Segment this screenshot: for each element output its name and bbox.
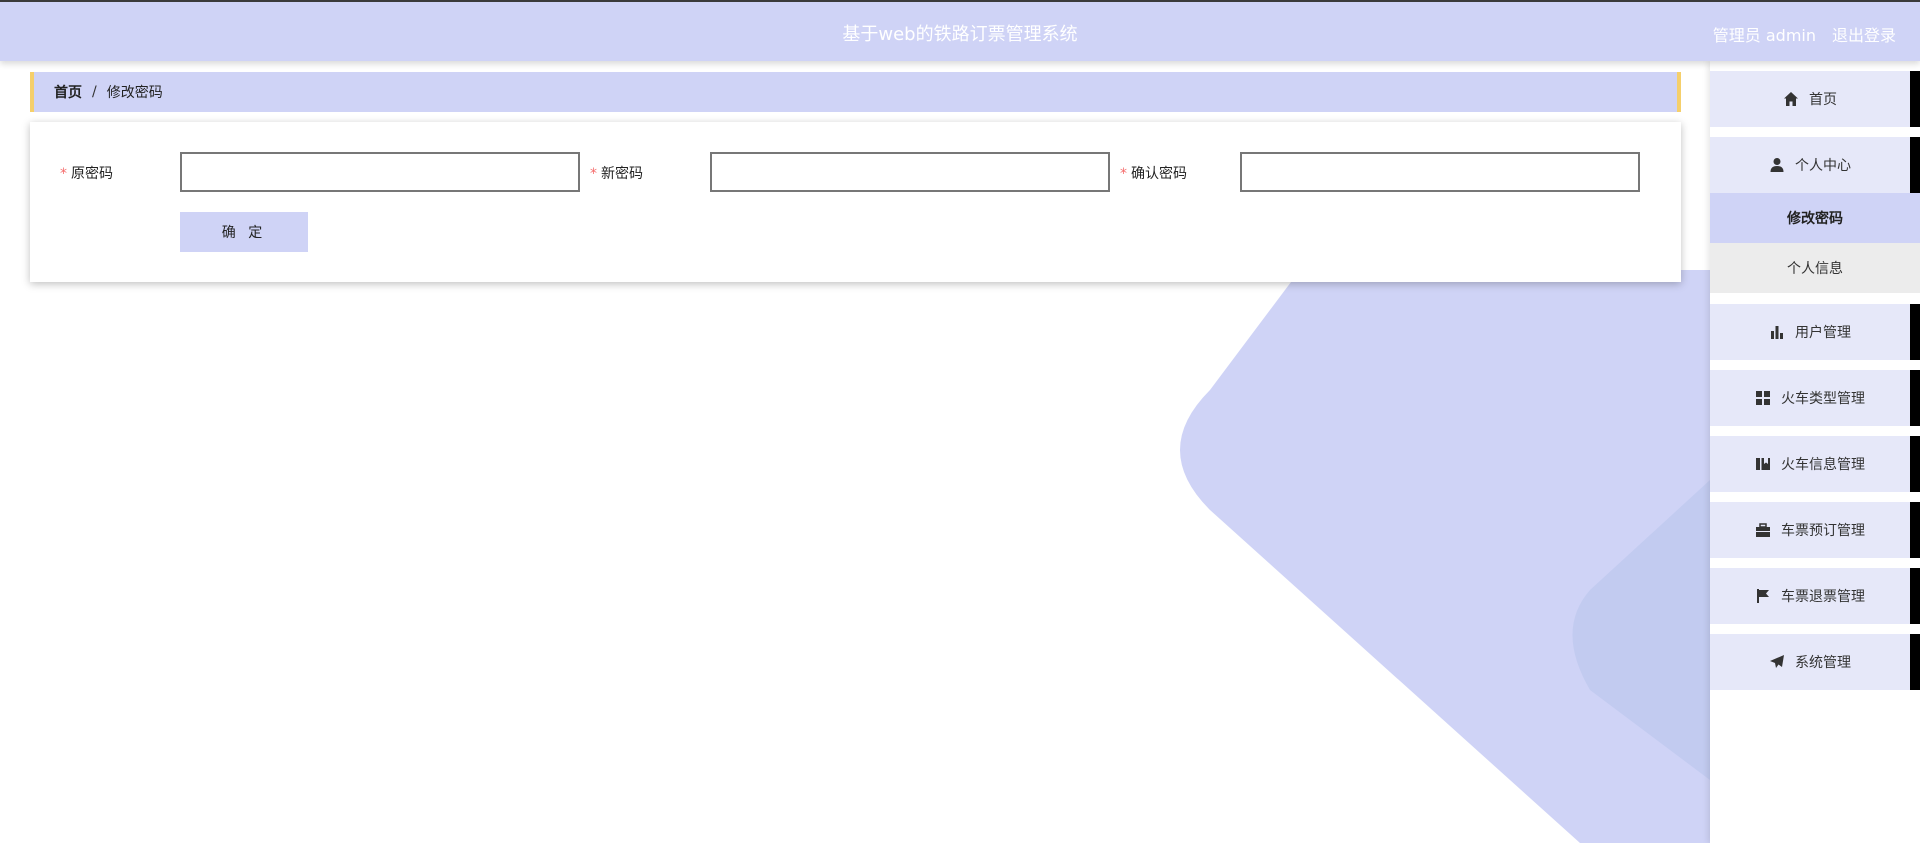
sidebar-item-label: 车票预订管理 (1781, 523, 1865, 539)
bar-chart-icon (1771, 326, 1783, 339)
sidebar-item-ticket-refund-management[interactable]: 车票退票管理 (1710, 568, 1920, 624)
book-icon (1756, 458, 1770, 470)
sidebar-item-train-type-management[interactable]: 火车类型管理 (1710, 370, 1920, 426)
sidebar-item-system-management[interactable]: 系统管理 (1710, 634, 1920, 690)
new-password-label: * 新密码 (590, 166, 643, 182)
sidebar-item-label: 首页 (1809, 92, 1837, 108)
logout-link[interactable]: 退出登录 (1832, 22, 1896, 46)
required-mark: * (60, 166, 67, 182)
sidebar-item-train-info-management[interactable]: 火车信息管理 (1710, 436, 1920, 492)
sidebar-item-user-management[interactable]: 用户管理 (1710, 304, 1920, 360)
submit-button[interactable]: 确 定 (180, 212, 308, 252)
breadcrumb-current: 修改密码 (106, 85, 163, 101)
sidebar-subitem-change-password[interactable]: 修改密码 (1710, 193, 1920, 243)
sidebar-item-label: 火车类型管理 (1781, 391, 1865, 407)
confirm-password-input[interactable] (1240, 152, 1640, 192)
breadcrumb-separator: / (92, 84, 97, 100)
grid-icon (1756, 391, 1770, 405)
sidebar-item-personal-center[interactable]: 个人中心 (1710, 137, 1920, 193)
sidebar-menu: 首页 个人中心 修改密码 个人信息 用户管理 火车类型管理 火车信息管理 车票预… (1710, 61, 1920, 843)
sidebar-item-label: 火车信息管理 (1781, 457, 1865, 473)
home-icon (1784, 92, 1798, 106)
user-icon (1770, 158, 1784, 172)
change-password-form: * 原密码 * 新密码 * 确认密码 确 定 (30, 122, 1681, 282)
old-password-label: * 原密码 (60, 166, 113, 182)
app-title: 基于web的铁路订票管理系统 (842, 24, 1078, 45)
paper-plane-icon (1770, 655, 1784, 668)
sidebar-subitem-personal-info[interactable]: 个人信息 (1710, 243, 1920, 293)
new-password-input[interactable] (710, 152, 1110, 192)
top-navbar: 基于web的铁路订票管理系统 管理员 admin 退出登录 (0, 0, 1920, 61)
sidebar-item-home[interactable]: 首页 (1710, 71, 1920, 127)
sidebar-item-ticket-booking-management[interactable]: 车票预订管理 (1710, 502, 1920, 558)
required-mark: * (590, 166, 597, 182)
sidebar-item-label: 个人中心 (1795, 158, 1851, 174)
old-password-input[interactable] (180, 152, 580, 192)
breadcrumb-home-link[interactable]: 首页 (54, 82, 82, 102)
confirm-password-label: * 确认密码 (1120, 166, 1187, 182)
current-user-label: 管理员 admin (1712, 26, 1816, 45)
flag-icon (1757, 589, 1769, 603)
sidebar-item-label: 系统管理 (1795, 655, 1851, 671)
sidebar-item-label: 用户管理 (1795, 325, 1851, 341)
briefcase-icon (1756, 523, 1770, 537)
required-mark: * (1120, 166, 1127, 182)
sidebar-item-label: 车票退票管理 (1781, 589, 1865, 605)
breadcrumb: 首页 / 修改密码 (30, 72, 1681, 112)
